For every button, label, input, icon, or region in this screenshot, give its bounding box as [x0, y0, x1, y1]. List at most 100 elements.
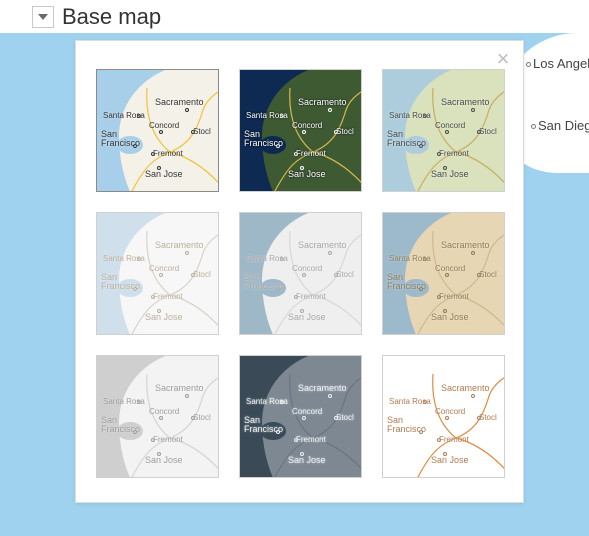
basemap-style-classic[interactable]: Sacramento Santa Rosa Concord Stocl SanFranc…	[96, 69, 219, 192]
basemap-style-night[interactable]: Sacramento Santa Rosa Concord Stocl SanFranc…	[239, 355, 362, 478]
city-label-concord: Concord	[149, 122, 179, 130]
city-label-san_francisco: SanFrancisco	[101, 130, 140, 148]
tile-labels: Sacramento Santa Rosa Concord Stocl SanFranc…	[97, 70, 218, 191]
basemap-style-roads[interactable]: SacramentoSanta RosaConcordStoclSanFranc…	[382, 355, 505, 478]
city-dot	[185, 394, 189, 398]
city-label-concord: Concord	[292, 408, 322, 416]
city-label-stockton: Stocl	[336, 128, 354, 136]
city-dot	[445, 130, 449, 134]
city-label-san_francisco: SanFrancisco	[101, 416, 140, 434]
basemap-title: Base map	[62, 4, 161, 30]
city-label-fremont: Fremont	[296, 436, 326, 444]
city-dot	[471, 108, 475, 112]
city-label-san_francisco: SanFrancisco	[244, 273, 283, 291]
city-label-san_francisco: SanFrancisco	[387, 273, 426, 291]
city-label-fremont: Fremont	[439, 150, 469, 158]
city-label-san_francisco: SanFrancisco	[387, 416, 426, 434]
basemap-header: Base map	[32, 0, 161, 33]
city-label-concord: Concord	[149, 265, 179, 273]
tile-labels: Sacramento Santa Rosa Concord Stocl SanFranc…	[240, 70, 361, 191]
city-label-san_jose: San Jose	[431, 170, 469, 179]
city-dot	[302, 130, 306, 134]
city-dot	[185, 108, 189, 112]
basemap-dropdown-button[interactable]	[32, 6, 54, 28]
basemap-style-pale[interactable]: SacramentoSanta RosaConcordStoclSanFranc…	[96, 212, 219, 335]
basemap-style-panel: × Sacramento Santa Rosa Concord Stocl SanFra…	[75, 40, 524, 503]
city-dot	[159, 130, 163, 134]
city-label-concord: Concord	[292, 265, 322, 273]
city-dot	[471, 251, 475, 255]
city-label-san_jose: San Jose	[145, 313, 183, 322]
city-label-sacramento: Sacramento	[441, 98, 490, 107]
city-label-fremont: Fremont	[296, 293, 326, 301]
city-label-stockton: Stocl	[479, 271, 497, 279]
basemap-style-terrain[interactable]: SacramentoSanta RosaConcordStoclSanFranc…	[382, 69, 505, 192]
tile-labels: Sacramento Santa Rosa Concord Stocl SanFranc…	[383, 213, 504, 334]
city-label-san_jose: San Jose	[288, 313, 326, 322]
city-label-concord: Concord	[435, 265, 465, 273]
city-label-fremont: Fremont	[153, 150, 183, 158]
city-label-sacramento: Sacramento	[298, 98, 347, 107]
city-label-santa_rosa: Santa Rosa	[246, 398, 288, 406]
city-dot	[445, 416, 449, 420]
tile-labels: Sacramento Santa Rosa Concord Stocl SanFranc…	[240, 356, 361, 477]
city-dot	[159, 273, 163, 277]
city-label-san_jose: San Jose	[431, 313, 469, 322]
city-label-santa_rosa: Santa Rosa	[389, 112, 431, 120]
city-label-santa_rosa: Santa Rosa	[246, 112, 288, 120]
city-label-santa_rosa: Santa Rosa	[103, 398, 145, 406]
tile-labels: SacramentoSanta RosaConcordStoclSanFranc…	[383, 70, 504, 191]
basemap-style-satellite[interactable]: Sacramento Santa Rosa Concord Stocl SanFranc…	[239, 69, 362, 192]
city-dot	[471, 394, 475, 398]
city-label-concord: Concord	[292, 122, 322, 130]
city-label-san_jose: San Jose	[288, 170, 326, 179]
city-label-sacramento: Sacramento	[298, 384, 347, 393]
city-label-sacramento: Sacramento	[155, 384, 204, 393]
basemap-style-sand[interactable]: Sacramento Santa Rosa Concord Stocl SanFranc…	[382, 212, 505, 335]
tile-labels: SacramentoSanta RosaConcordStoclSanFranc…	[240, 213, 361, 334]
tile-labels: SacramentoSanta RosaConcordStoclSanFranc…	[97, 356, 218, 477]
city-label-fremont: Fremont	[439, 293, 469, 301]
city-label-fremont: Fremont	[296, 150, 326, 158]
city-label-san_jose: San Jose	[145, 456, 183, 465]
city-label-santa_rosa: Santa Rosa	[103, 112, 145, 120]
city-label-santa_rosa: Santa Rosa	[389, 255, 431, 263]
city-label-stockton: Stocl	[193, 414, 211, 422]
city-label-concord: Concord	[435, 122, 465, 130]
basemap-style-grid: Sacramento Santa Rosa Concord Stocl SanFranc…	[96, 69, 503, 478]
city-label-san_jose: San Jose	[145, 170, 183, 179]
city-label-fremont: Fremont	[153, 436, 183, 444]
city-dot	[302, 273, 306, 277]
background-city-label: San Diego	[531, 118, 589, 133]
city-label-santa_rosa: Santa Rosa	[103, 255, 145, 263]
city-dot	[328, 108, 332, 112]
city-label-stockton: Stocl	[479, 414, 497, 422]
city-label-sacramento: Sacramento	[155, 241, 204, 250]
city-dot	[445, 273, 449, 277]
city-label-san_francisco: SanFrancisco	[244, 130, 283, 148]
city-dot	[185, 251, 189, 255]
city-label-sacramento: Sacramento	[441, 384, 490, 393]
city-label-santa_rosa: Santa Rosa	[246, 255, 288, 263]
city-label-san_jose: San Jose	[288, 456, 326, 465]
caret-down-icon	[38, 14, 48, 20]
city-label-sacramento: Sacramento	[155, 98, 204, 107]
city-label-stockton: Stocl	[336, 414, 354, 422]
city-label-san_francisco: SanFrancisco	[244, 416, 283, 434]
city-label-san_jose: San Jose	[431, 456, 469, 465]
basemap-style-silver[interactable]: SacramentoSanta RosaConcordStoclSanFranc…	[239, 212, 362, 335]
basemap-style-mono[interactable]: SacramentoSanta RosaConcordStoclSanFranc…	[96, 355, 219, 478]
city-label-fremont: Fremont	[153, 293, 183, 301]
city-label-sacramento: Sacramento	[441, 241, 490, 250]
city-label-stockton: Stocl	[193, 128, 211, 136]
city-dot	[328, 251, 332, 255]
city-dot	[302, 416, 306, 420]
tile-labels: SacramentoSanta RosaConcordStoclSanFranc…	[383, 356, 504, 477]
city-label-stockton: Stocl	[479, 128, 497, 136]
background-city-label: Los Angeles	[526, 56, 589, 71]
city-label-fremont: Fremont	[439, 436, 469, 444]
city-dot	[328, 394, 332, 398]
close-button[interactable]: ×	[491, 47, 515, 71]
city-label-stockton: Stocl	[193, 271, 211, 279]
city-label-concord: Concord	[435, 408, 465, 416]
